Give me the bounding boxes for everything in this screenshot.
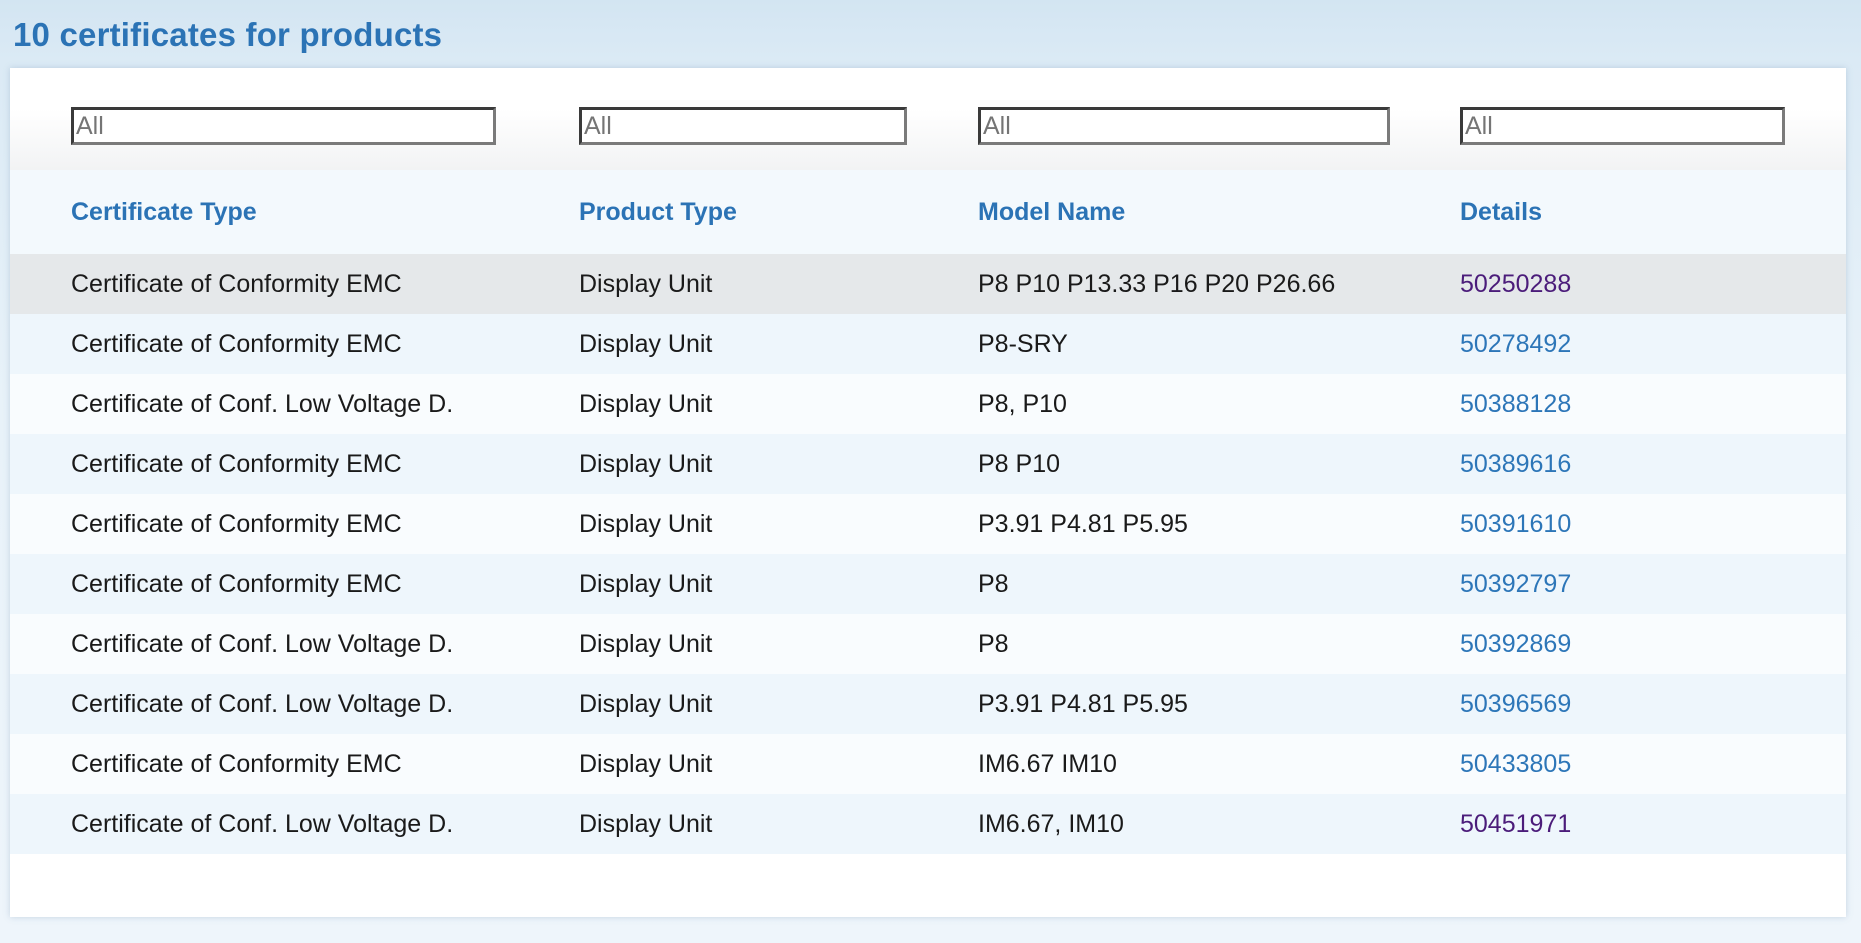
cell-certificate-type: Certificate of Conf. Low Voltage D. — [71, 690, 454, 718]
cell-certificate-type: Certificate of Conf. Low Voltage D. — [71, 810, 454, 838]
details-link[interactable]: 50388128 — [1460, 390, 1571, 419]
cell-model-name: P8 P10 — [978, 450, 1061, 478]
details-link[interactable]: 50250288 — [1460, 270, 1571, 299]
cell-product-type: Display Unit — [579, 450, 713, 478]
cell-product-type: Display Unit — [579, 750, 713, 778]
table-row[interactable]: Certificate of Conformity EMC Display Un… — [10, 434, 1846, 494]
details-link[interactable]: 50451971 — [1460, 810, 1571, 839]
cell-certificate-type: Certificate of Conformity EMC — [71, 450, 402, 478]
cell-model-name: P8-SRY — [978, 330, 1068, 358]
cell-certificate-type: Certificate of Conf. Low Voltage D. — [71, 390, 454, 418]
details-link[interactable]: 50389616 — [1460, 450, 1571, 479]
details-link[interactable]: 50392797 — [1460, 570, 1571, 599]
cell-product-type: Display Unit — [579, 390, 713, 418]
table-row[interactable]: Certificate of Conformity EMC Display Un… — [10, 314, 1846, 374]
certificates-panel: Certificate Type Product Type Model Name… — [10, 68, 1846, 917]
details-link[interactable]: 50433805 — [1460, 750, 1571, 779]
column-header-certificate-type[interactable]: Certificate Type — [71, 198, 257, 227]
table-header-row: Certificate Type Product Type Model Name… — [10, 170, 1846, 254]
cell-model-name: P8 — [978, 570, 1009, 598]
details-link[interactable]: 50391610 — [1460, 510, 1571, 539]
table-row[interactable]: Certificate of Conf. Low Voltage D. Disp… — [10, 674, 1846, 734]
cell-product-type: Display Unit — [579, 270, 713, 298]
cell-certificate-type: Certificate of Conformity EMC — [71, 570, 402, 598]
details-filter-input[interactable] — [1460, 107, 1785, 145]
product-type-filter-input[interactable] — [579, 107, 907, 145]
cell-product-type: Display Unit — [579, 330, 713, 358]
column-header-model-name[interactable]: Model Name — [978, 198, 1125, 227]
details-link[interactable]: 50396569 — [1460, 690, 1571, 719]
table-row[interactable]: Certificate of Conf. Low Voltage D. Disp… — [10, 614, 1846, 674]
cell-certificate-type: Certificate of Conformity EMC — [71, 270, 402, 298]
cell-product-type: Display Unit — [579, 630, 713, 658]
cell-model-name: P8 — [978, 630, 1009, 658]
cell-product-type: Display Unit — [579, 810, 713, 838]
cell-model-name: P8, P10 — [978, 390, 1067, 418]
table-row[interactable]: Certificate of Conformity EMC Display Un… — [10, 494, 1846, 554]
cell-product-type: Display Unit — [579, 690, 713, 718]
certificate-type-filter-input[interactable] — [71, 107, 496, 145]
cell-model-name: IM6.67 IM10 — [978, 750, 1117, 778]
model-name-filter-input[interactable] — [978, 107, 1390, 145]
table-row[interactable]: Certificate of Conformity EMC Display Un… — [10, 554, 1846, 614]
cell-certificate-type: Certificate of Conformity EMC — [71, 510, 402, 538]
table-row[interactable]: Certificate of Conformity EMC Display Un… — [10, 254, 1846, 314]
cell-model-name: P8 P10 P13.33 P16 P20 P26.66 — [978, 270, 1336, 298]
cell-certificate-type: Certificate of Conf. Low Voltage D. — [71, 630, 454, 658]
cell-certificate-type: Certificate of Conformity EMC — [71, 330, 402, 358]
cell-product-type: Display Unit — [579, 570, 713, 598]
cell-model-name: IM6.67, IM10 — [978, 810, 1124, 838]
table-row[interactable]: Certificate of Conf. Low Voltage D. Disp… — [10, 374, 1846, 434]
table-body: Certificate of Conformity EMC Display Un… — [10, 254, 1846, 854]
column-header-details[interactable]: Details — [1460, 198, 1542, 227]
details-link[interactable]: 50278492 — [1460, 330, 1571, 359]
details-link[interactable]: 50392869 — [1460, 630, 1571, 659]
column-header-product-type[interactable]: Product Type — [579, 198, 737, 227]
page-title: 10 certificates for products — [13, 16, 443, 53]
cell-certificate-type: Certificate of Conformity EMC — [71, 750, 402, 778]
table-row[interactable]: Certificate of Conf. Low Voltage D. Disp… — [10, 794, 1846, 854]
cell-product-type: Display Unit — [579, 510, 713, 538]
filter-row — [10, 68, 1846, 170]
table-row[interactable]: Certificate of Conformity EMC Display Un… — [10, 734, 1846, 794]
cell-model-name: P3.91 P4.81 P5.95 — [978, 510, 1188, 538]
cell-model-name: P3.91 P4.81 P5.95 — [978, 690, 1188, 718]
